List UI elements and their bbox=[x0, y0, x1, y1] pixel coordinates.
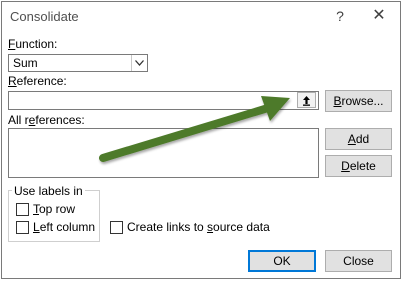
function-label: Function: bbox=[8, 37, 58, 51]
consolidate-dialog: Consolidate ? ✕ Function: Sum Reference:… bbox=[1, 1, 401, 279]
function-select[interactable]: Sum bbox=[8, 54, 148, 72]
dialog-title: Consolidate bbox=[10, 9, 79, 24]
all-references-label: All references: bbox=[8, 113, 85, 127]
left-column-label[interactable]: Left column bbox=[33, 220, 95, 234]
function-label-text: unction: bbox=[15, 37, 58, 51]
chevron-down-icon[interactable] bbox=[131, 55, 147, 71]
reference-input[interactable] bbox=[8, 91, 319, 110]
left-column-label-text: eft column bbox=[39, 220, 96, 234]
ok-button[interactable]: OK bbox=[248, 250, 316, 272]
left-column-checkbox[interactable] bbox=[16, 221, 29, 234]
top-row-checkbox[interactable] bbox=[16, 203, 29, 216]
help-button[interactable]: ? bbox=[332, 7, 348, 25]
create-links-label[interactable]: Create links to source data bbox=[127, 220, 270, 234]
create-links-checkbox[interactable] bbox=[110, 221, 123, 234]
browse-label-text: rowse... bbox=[341, 94, 384, 108]
delete-label-text: elete bbox=[349, 159, 376, 173]
all-references-list[interactable] bbox=[8, 128, 319, 178]
function-value: Sum bbox=[13, 56, 38, 70]
top-row-label[interactable]: Top row bbox=[33, 202, 75, 216]
close-button[interactable]: Close bbox=[325, 250, 392, 272]
close-icon[interactable]: ✕ bbox=[369, 7, 389, 25]
add-button[interactable]: Add bbox=[325, 128, 392, 150]
reference-label-text: eference: bbox=[16, 74, 67, 88]
delete-button[interactable]: Delete bbox=[325, 155, 392, 177]
title-bar: Consolidate ? ✕ bbox=[2, 2, 400, 32]
browse-button[interactable]: Browse... bbox=[325, 90, 392, 112]
add-label-text: dd bbox=[355, 132, 370, 146]
top-row-label-text: op row bbox=[39, 202, 76, 216]
collapse-dialog-icon[interactable] bbox=[297, 92, 316, 108]
reference-label: Reference: bbox=[8, 74, 67, 88]
use-labels-title: Use labels in bbox=[12, 184, 85, 198]
